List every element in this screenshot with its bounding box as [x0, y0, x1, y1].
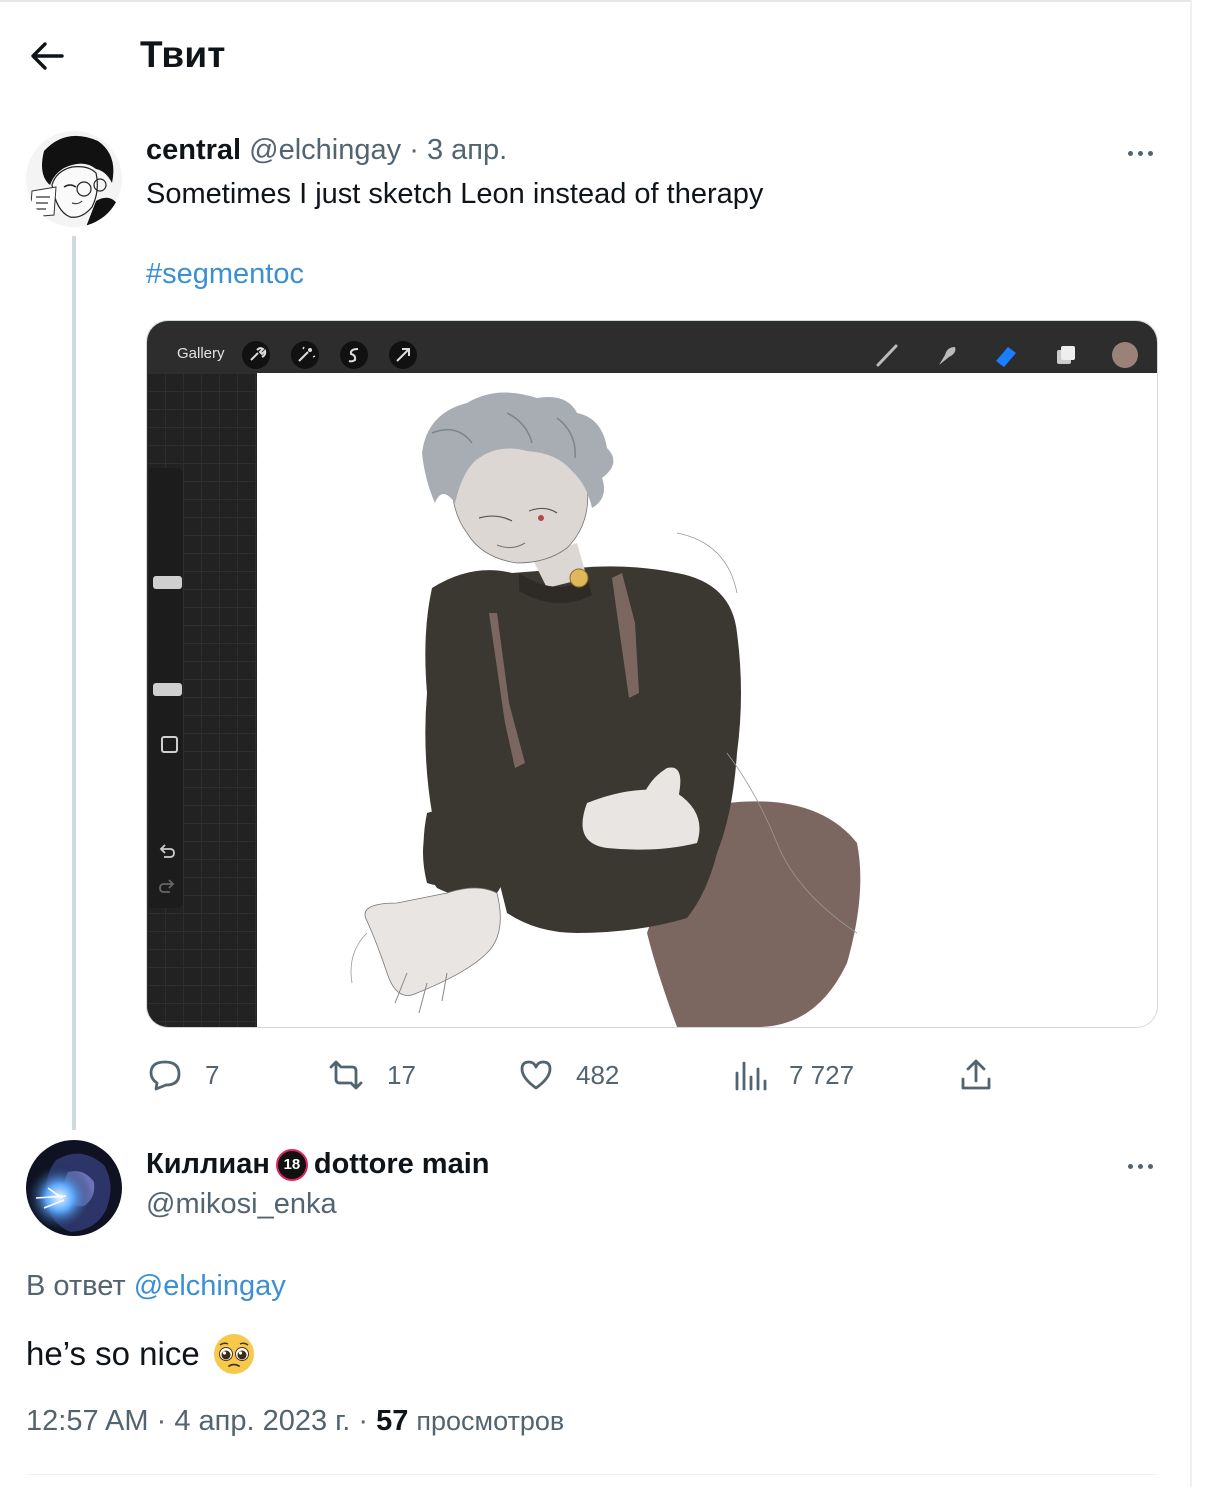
reply-text-content: he’s so nice	[26, 1335, 200, 1372]
author-handle[interactable]: @elchingay	[249, 134, 401, 166]
reply-time[interactable]: 12:57 AM	[26, 1405, 149, 1437]
reply-date[interactable]: 4 апр. 2023 г.	[174, 1405, 350, 1437]
pleading-face-emoji-icon	[213, 1334, 254, 1374]
views-count: 7 727	[789, 1059, 855, 1090]
tweet-media-image[interactable]: Gallery	[146, 320, 1158, 1028]
bottom-divider	[26, 1474, 1158, 1475]
views-label: просмотров	[416, 1406, 565, 1436]
drawing-canvas	[257, 373, 1157, 1027]
reply-name-part2: dottore main	[313, 1148, 490, 1180]
thread-connector-line	[72, 236, 76, 1130]
character-sketch-illustration	[350, 392, 861, 1027]
replying-to-prefix: В ответ	[26, 1270, 126, 1302]
page-title: Твит	[140, 34, 226, 75]
magic-wand-icon	[291, 341, 319, 369]
reply-author-handle[interactable]: @mikosi_enka	[146, 1188, 337, 1221]
hashtag-link[interactable]: #segmentoc	[146, 258, 304, 291]
top-divider	[0, 0, 1190, 2]
tweet-time[interactable]: 3 апр.	[427, 134, 507, 166]
dark-portrait-avatar-image	[26, 1140, 122, 1236]
reply-text: he’s so nice	[26, 1332, 256, 1376]
arrow-left-icon	[31, 42, 64, 70]
transform-arrow-icon	[389, 341, 417, 369]
header-separator: ·	[409, 134, 419, 166]
modify-square	[161, 736, 178, 753]
reply-name-part1: Киллиан	[146, 1148, 270, 1180]
more-dots-icon	[1127, 150, 1133, 156]
column-border	[1190, 0, 1192, 1487]
selection-icon	[340, 341, 368, 369]
manga-avatar-image	[26, 131, 122, 227]
avatar-killian[interactable]	[26, 1140, 122, 1236]
reply-count: 7	[205, 1059, 220, 1090]
opacity-knob	[153, 683, 182, 696]
reply-bubble-icon	[149, 1060, 181, 1091]
size-knob	[153, 576, 182, 589]
reply-author-name[interactable]: Киллиан 18 dottore main	[146, 1148, 489, 1181]
redo-icon	[159, 879, 175, 893]
like-button[interactable]: 482	[518, 1055, 619, 1095]
more-dots-icon	[1127, 1163, 1133, 1169]
analytics-bars-icon	[735, 1061, 767, 1091]
gallery-label: Gallery	[177, 345, 225, 362]
tweet-text: Sometimes I just sketch Leon instead of …	[146, 178, 764, 210]
procreate-sidebar	[147, 373, 257, 1027]
tweet-header: central @elchingay · 3 апр.	[146, 134, 507, 167]
replying-to-handle-link[interactable]: @elchingay	[134, 1270, 286, 1302]
smudge-icon	[939, 347, 956, 365]
age-18-badge-icon: 18	[275, 1148, 308, 1181]
retweet-icon	[329, 1060, 363, 1090]
views-number: 57	[376, 1405, 409, 1437]
share-upload-icon	[961, 1059, 991, 1090]
eraser-icon	[996, 347, 1016, 367]
more-dot	[1147, 1163, 1153, 1169]
retweet-button[interactable]: 17	[327, 1055, 416, 1095]
avatar-central[interactable]	[26, 131, 122, 227]
replying-to: В ответ @elchingay	[26, 1270, 286, 1303]
more-dot	[1137, 150, 1143, 156]
color-swatch	[1112, 342, 1138, 368]
meta-dot: ·	[156, 1405, 167, 1437]
views-button[interactable]: 7 727	[733, 1055, 854, 1095]
reply-more-options-button[interactable]	[1120, 1151, 1160, 1181]
meta-dot: ·	[358, 1405, 368, 1437]
brush-icon	[876, 344, 898, 367]
share-button[interactable]	[958, 1055, 994, 1095]
back-button[interactable]	[24, 36, 70, 76]
reply-button[interactable]: 7	[147, 1055, 219, 1095]
brush-size-slider	[149, 468, 183, 908]
wrench-icon	[242, 341, 270, 369]
retweet-count: 17	[387, 1059, 416, 1090]
more-dot	[1137, 1163, 1143, 1169]
more-options-button[interactable]	[1120, 138, 1160, 168]
like-count: 482	[576, 1059, 620, 1090]
layers-icon	[1057, 346, 1075, 364]
undo-icon	[159, 844, 175, 858]
author-name[interactable]: central	[146, 134, 241, 166]
more-dot	[1147, 150, 1153, 156]
heart-icon	[520, 1060, 552, 1090]
reply-metadata: 12:57 AM · 4 апр. 2023 г. · 57 просмотро…	[26, 1405, 564, 1438]
procreate-toolbar: Gallery	[147, 321, 1157, 373]
